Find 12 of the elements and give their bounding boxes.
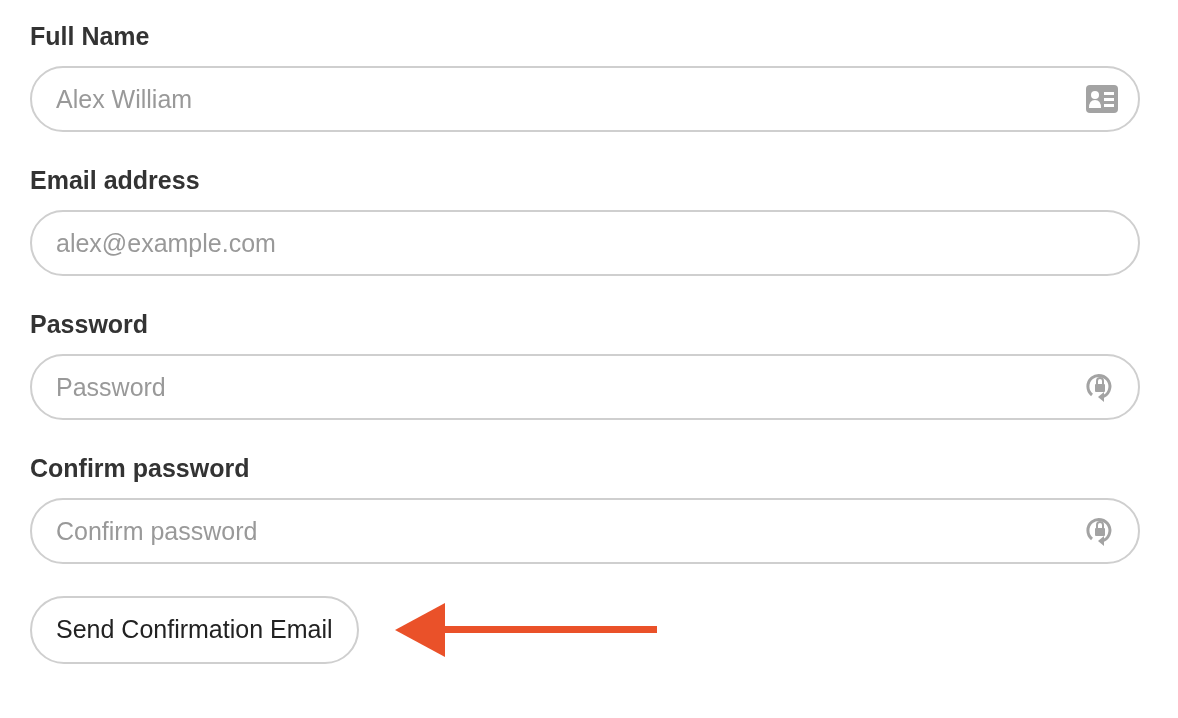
id-card-icon: [1086, 85, 1118, 113]
field-label: Password: [30, 309, 149, 340]
lock-icon: [1086, 372, 1114, 402]
field-label: Confirm password: [30, 453, 250, 484]
input-field[interactable]: Password: [30, 354, 1140, 420]
input-field[interactable]: alex@example.com: [30, 210, 1140, 276]
input-field[interactable]: Confirm password: [30, 498, 1140, 564]
field-label: Full Name: [30, 21, 150, 52]
send-confirmation-button[interactable]: Send Confirmation Email: [30, 596, 359, 664]
input-field[interactable]: Alex William: [30, 66, 1140, 132]
field-label: Email address: [30, 165, 200, 196]
lock-icon: [1086, 516, 1114, 546]
